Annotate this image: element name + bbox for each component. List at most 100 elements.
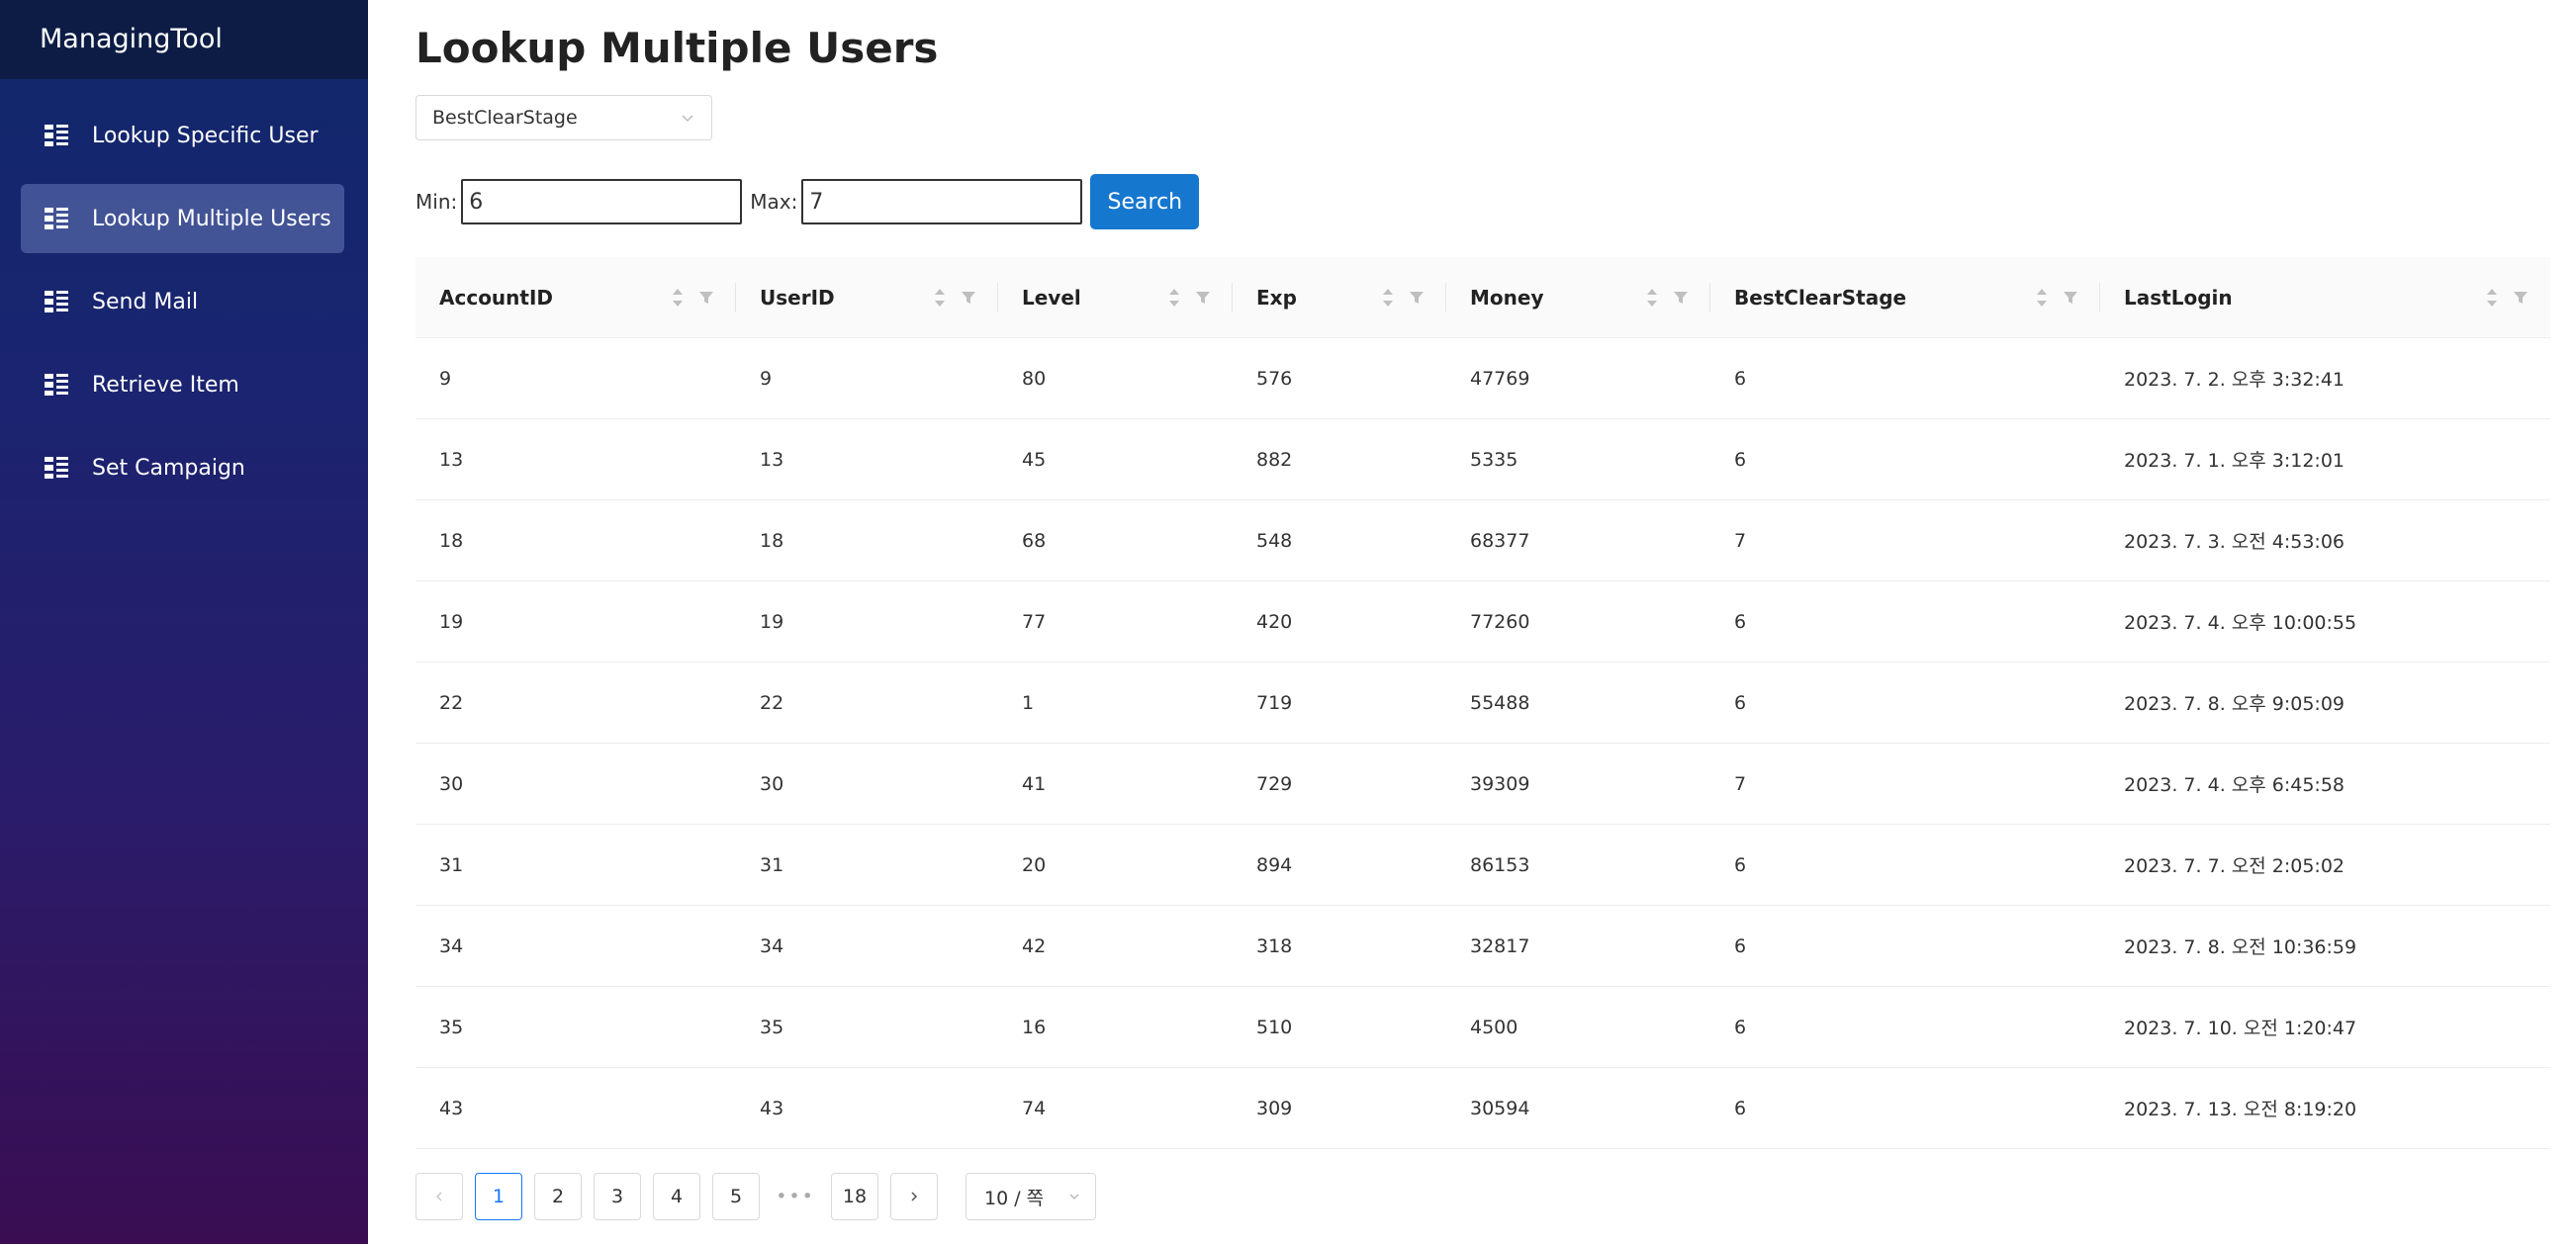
cell-lastlogin: 2023. 7. 8. 오후 9:05:09 <box>2124 693 2346 715</box>
cell-userid: 13 <box>760 448 784 471</box>
chevron-down-icon <box>682 115 693 123</box>
cell-bestclearstage: 6 <box>1734 367 1747 390</box>
sidebar-item-lookup-multiple-users[interactable]: Lookup Multiple Users <box>21 184 344 253</box>
cell-exp: 309 <box>1256 1097 1293 1119</box>
cell-level: 16 <box>1022 1016 1047 1038</box>
cell-money: 30594 <box>1470 1097 1530 1119</box>
page-button-5[interactable]: 5 <box>712 1173 760 1220</box>
cell-level: 68 <box>1022 529 1047 552</box>
cell-exp: 729 <box>1256 772 1293 795</box>
table-row[interactable]: 34 34 42 318 32817 6 2023. 7. 8. 오전 10:36:59 <box>415 906 2550 987</box>
cell-bestclearstage: 6 <box>1734 853 1747 876</box>
cell-money: 39309 <box>1470 772 1530 795</box>
pagination-ellipsis[interactable]: ••• <box>772 1173 819 1220</box>
cell-exp: 548 <box>1256 529 1293 552</box>
table-row[interactable]: 18 18 68 548 68377 7 2023. 7. 3. 오전 4:53:06 <box>415 500 2550 581</box>
sort-icon[interactable] <box>2485 286 2499 310</box>
sort-icon[interactable] <box>1167 286 1181 310</box>
cell-exp: 719 <box>1256 691 1293 714</box>
table-row[interactable]: 13 13 45 882 5335 6 2023. 7. 1. 오후 3:12:01 <box>415 419 2550 500</box>
table-row[interactable]: 31 31 20 894 86153 6 2023. 7. 7. 오전 2:05:02 <box>415 825 2550 906</box>
table-row[interactable]: 19 19 77 420 77260 6 2023. 7. 4. 오후 10:00:55 <box>415 581 2550 663</box>
table-row[interactable]: 43 43 74 309 30594 6 2023. 7. 13. 오전 8:19:20 <box>415 1068 2550 1149</box>
sidebar-item-send-mail[interactable]: Send Mail <box>21 267 344 336</box>
column-header-label: Level <box>1022 285 1081 310</box>
column-header-userid[interactable]: UserID <box>736 257 998 338</box>
cell-userid: 34 <box>760 934 784 957</box>
search-button[interactable]: Search <box>1090 174 1200 229</box>
table-row[interactable]: 30 30 41 729 39309 7 2023. 7. 4. 오후 6:45:58 <box>415 744 2550 825</box>
sidebar-item-set-campaign[interactable]: Set Campaign <box>21 433 344 502</box>
table-row[interactable]: 9 9 80 576 47769 6 2023. 7. 2. 오후 3:32:41 <box>415 338 2550 419</box>
table-row[interactable]: 22 22 1 719 55488 6 2023. 7. 8. 오후 9:05:09 <box>415 663 2550 744</box>
cell-exp: 882 <box>1256 448 1293 471</box>
filter-icon[interactable] <box>2063 290 2078 306</box>
column-header-level[interactable]: Level <box>998 257 1233 338</box>
cell-accountid: 9 <box>439 367 452 390</box>
column-header-exp[interactable]: Exp <box>1233 257 1446 338</box>
column-header-money[interactable]: Money <box>1446 257 1710 338</box>
cell-exp: 894 <box>1256 853 1293 876</box>
cell-money: 5335 <box>1470 448 1518 471</box>
column-header-label: BestClearStage <box>1734 285 1907 310</box>
filter-icon[interactable] <box>698 290 714 306</box>
cell-bestclearstage: 6 <box>1734 1016 1747 1038</box>
cell-bestclearstage: 6 <box>1734 934 1747 957</box>
column-header-label: Money <box>1470 285 1544 310</box>
cell-lastlogin: 2023. 7. 13. 오전 8:19:20 <box>2124 1099 2357 1120</box>
chevron-right-icon <box>911 1192 918 1201</box>
cell-accountid: 19 <box>439 610 464 633</box>
min-label: Min: <box>415 190 458 214</box>
filter-icon[interactable] <box>961 290 976 306</box>
chevron-down-icon <box>1069 1194 1079 1200</box>
page-button-last[interactable]: 18 <box>831 1173 878 1220</box>
sort-icon[interactable] <box>933 286 947 310</box>
sort-icon[interactable] <box>1645 286 1659 310</box>
cell-accountid: 31 <box>439 853 464 876</box>
sort-icon[interactable] <box>2035 286 2049 310</box>
filter-icon[interactable] <box>1195 290 1211 306</box>
column-header-label: AccountID <box>439 285 554 310</box>
sidebar-item-label: Set Campaign <box>92 455 245 481</box>
cell-userid: 43 <box>760 1097 784 1119</box>
column-header-accountid[interactable]: AccountID <box>415 257 736 338</box>
min-input[interactable] <box>461 179 743 224</box>
table-row[interactable]: 35 35 16 510 4500 6 2023. 7. 10. 오전 1:20:47 <box>415 987 2550 1068</box>
cell-lastlogin: 2023. 7. 7. 오전 2:05:02 <box>2124 855 2346 877</box>
page-size-select[interactable]: 10 / 쪽 <box>966 1173 1096 1220</box>
page-button-4[interactable]: 4 <box>653 1173 700 1220</box>
cell-level: 41 <box>1022 772 1047 795</box>
column-header-lastlogin[interactable]: LastLogin <box>2100 257 2550 338</box>
cell-userid: 22 <box>760 691 784 714</box>
max-input[interactable] <box>801 179 1083 224</box>
page-title: Lookup Multiple Users <box>415 24 939 72</box>
field-select[interactable]: BestClearStage <box>415 95 712 140</box>
table-body: 9 9 80 576 47769 6 2023. 7. 2. 오후 3:32:41 13 13 4… <box>415 338 2550 1149</box>
cell-level: 42 <box>1022 934 1047 957</box>
sidebar-item-label: Send Mail <box>92 289 199 314</box>
cell-money: 55488 <box>1470 691 1530 714</box>
cell-accountid: 13 <box>439 448 464 471</box>
cell-level: 20 <box>1022 853 1047 876</box>
cell-money: 77260 <box>1470 610 1530 633</box>
filter-icon[interactable] <box>2513 290 2529 306</box>
column-header-bestclearstage[interactable]: BestClearStage <box>1710 257 2100 338</box>
page-button-1[interactable]: 1 <box>475 1173 522 1220</box>
cell-lastlogin: 2023. 7. 10. 오전 1:20:47 <box>2124 1018 2357 1039</box>
filter-icon[interactable] <box>1409 290 1425 306</box>
cell-level: 1 <box>1022 691 1035 714</box>
filter-icon[interactable] <box>1673 290 1689 306</box>
sidebar-item-lookup-specific-user[interactable]: Lookup Specific User <box>21 101 344 170</box>
sidebar-item-retrieve-item[interactable]: Retrieve Item <box>21 350 344 419</box>
next-page-button[interactable] <box>890 1173 938 1220</box>
cell-exp: 510 <box>1256 1016 1293 1038</box>
sort-icon[interactable] <box>1381 286 1395 310</box>
page-button-2[interactable]: 2 <box>534 1173 582 1220</box>
sort-icon[interactable] <box>671 286 685 310</box>
prev-page-button[interactable] <box>415 1173 463 1220</box>
cell-userid: 35 <box>760 1016 784 1038</box>
page-size-value: 10 / 쪽 <box>984 1187 1045 1209</box>
cell-level: 80 <box>1022 367 1047 390</box>
sidebar-item-label: Lookup Specific User <box>92 123 319 148</box>
page-button-3[interactable]: 3 <box>594 1173 641 1220</box>
